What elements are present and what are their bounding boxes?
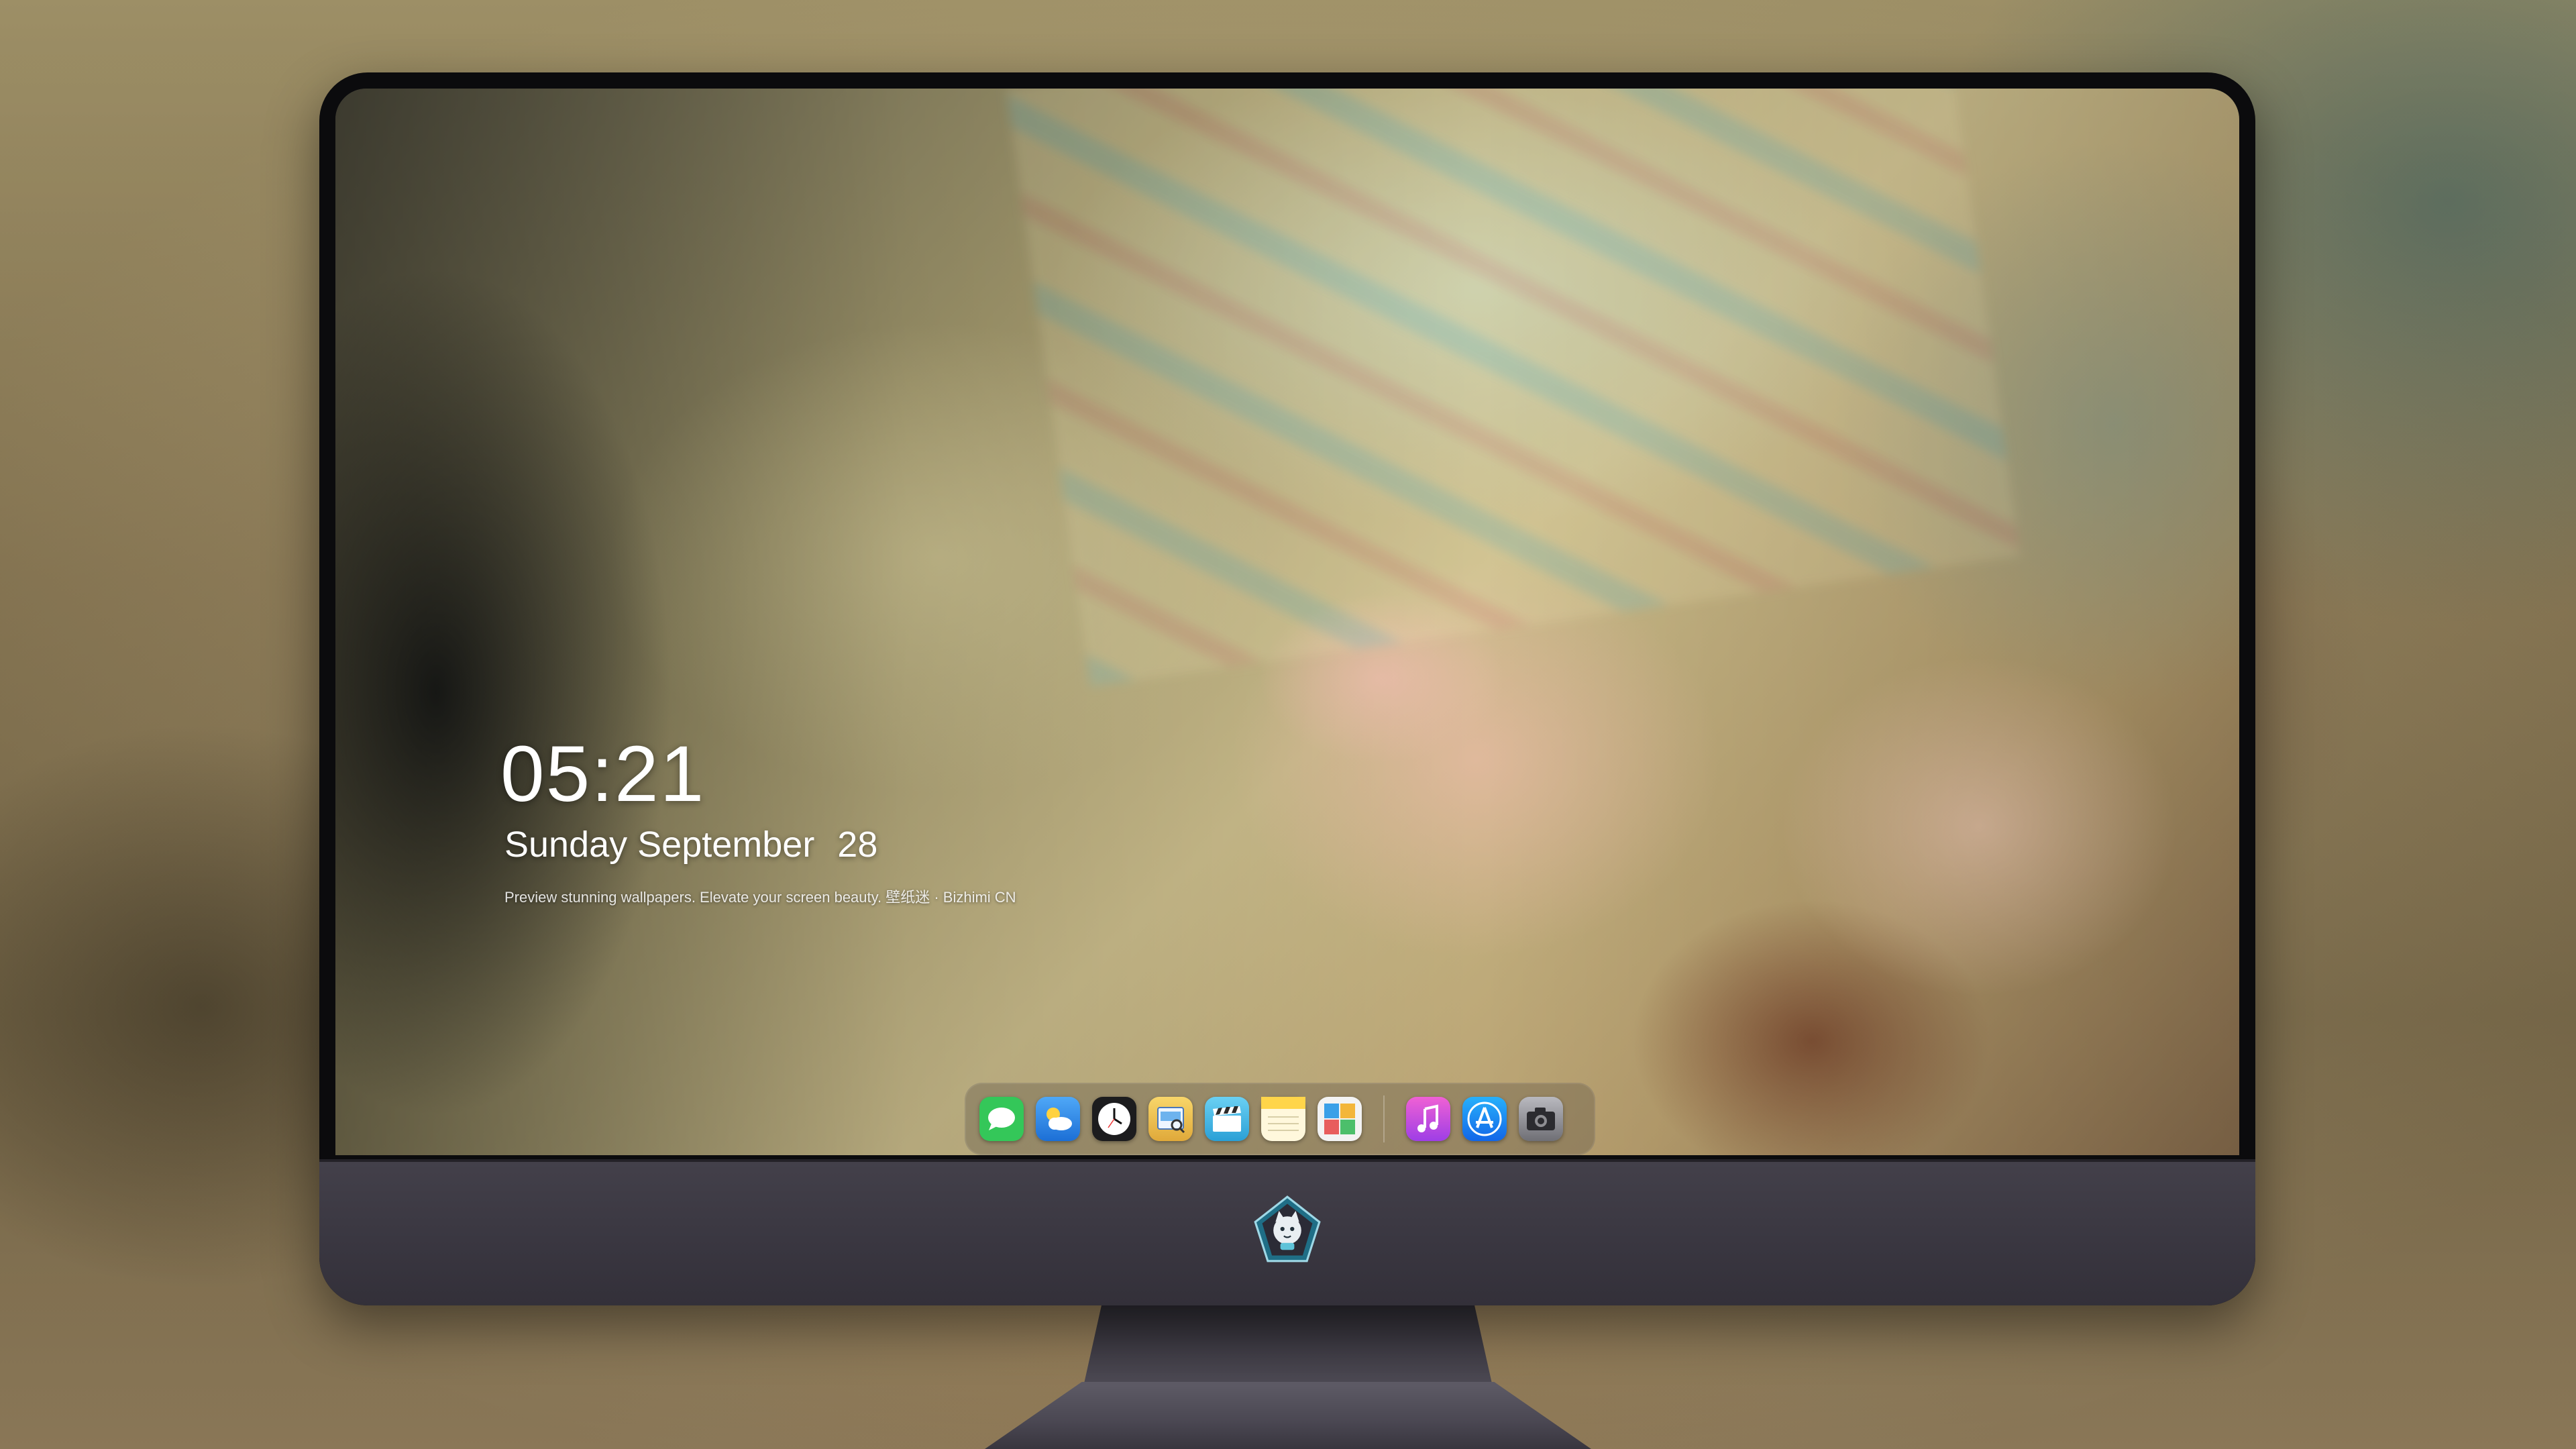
monitor-chin — [319, 1159, 2255, 1305]
photos-icon — [1324, 1104, 1355, 1134]
date-weekday-month: Sunday September — [504, 824, 815, 865]
cat-mascot-logo-icon — [1252, 1194, 1322, 1264]
dock-app-clock[interactable] — [1092, 1097, 1136, 1141]
messages-icon — [988, 1108, 1015, 1130]
dock — [965, 1083, 1595, 1155]
lockscreen-tagline: Preview stunning wallpapers. Elevate you… — [504, 889, 1016, 906]
date-day: 28 — [837, 824, 878, 865]
dock-app-photos[interactable] — [1318, 1097, 1362, 1141]
wallpaper-shade — [335, 89, 2239, 1155]
scene-background: 05:21 Sunday September 28 Preview stunnin… — [0, 0, 2576, 1449]
music-icon — [1417, 1104, 1438, 1132]
camera-icon — [1527, 1108, 1555, 1130]
dock-app-messages[interactable] — [979, 1097, 1024, 1141]
clapperboard-icon — [1213, 1106, 1241, 1132]
dock-app-camera[interactable] — [1519, 1097, 1563, 1141]
dock-app-notes[interactable] — [1261, 1097, 1305, 1141]
app-store-icon — [1467, 1102, 1502, 1136]
dock-app-itunes[interactable] — [1406, 1097, 1450, 1141]
notes-icon — [1261, 1097, 1305, 1131]
screen-wallpaper — [335, 89, 2239, 1155]
dock-app-clips[interactable] — [1205, 1097, 1249, 1141]
weather-icon — [1046, 1108, 1072, 1130]
dock-app-weather[interactable] — [1036, 1097, 1080, 1141]
dock-separator — [1383, 1095, 1385, 1142]
preview-icon — [1157, 1107, 1185, 1134]
monitor-stand-base — [985, 1382, 1591, 1449]
lockscreen-time: 05:21 — [500, 730, 706, 818]
lockscreen-date: Sunday September 28 — [504, 826, 877, 863]
dock-app-preview[interactable] — [1148, 1097, 1193, 1141]
clock-icon — [1098, 1103, 1130, 1135]
dock-app-app-store[interactable] — [1462, 1097, 1507, 1141]
